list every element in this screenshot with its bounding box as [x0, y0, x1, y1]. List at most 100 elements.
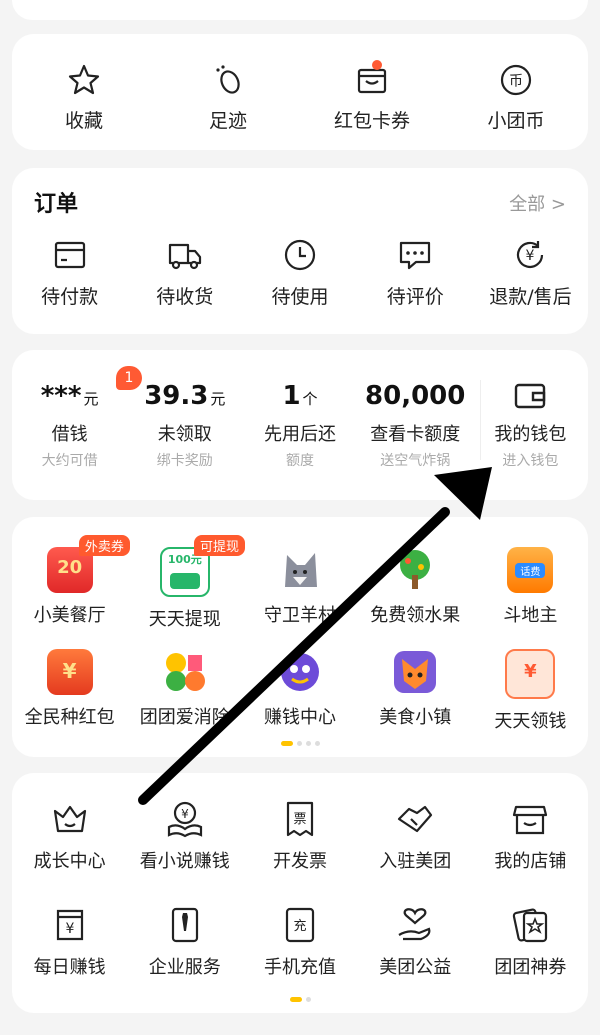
app-label: 守卫羊村	[264, 605, 336, 626]
truck-icon	[168, 243, 201, 270]
app-grow-red-packet[interactable]: ¥ 全民种红包	[12, 649, 127, 733]
my-wallet-button[interactable]: 我的钱包 进入钱包	[473, 378, 588, 470]
order-pending-delivery[interactable]: 待收货	[127, 236, 242, 309]
coin-glyph: 币	[509, 74, 523, 90]
recharge-icon: 充	[285, 907, 315, 943]
app-daily-withdraw[interactable]: 100元 可提现 天天提现	[127, 535, 246, 631]
earn-center-app-icon	[277, 649, 323, 695]
finance-value: 80,000	[365, 381, 466, 411]
app-label: 团团爱消除	[139, 707, 230, 728]
finance-unclaimed[interactable]: 39.3 元 未领取 绑卡奖励	[127, 378, 242, 470]
footprint-label: 足迹	[208, 110, 247, 132]
recharge-icon-glyph: 充	[293, 918, 306, 934]
withdrawable-tag: 可提现	[194, 535, 246, 556]
app-earn-center[interactable]: 赚钱中心	[242, 649, 357, 733]
tool-label: 开发票	[273, 851, 327, 872]
orders-card: 订单 全部 > 待付款 待收货 待使用 待评价 ¥ 退款/售后	[12, 168, 588, 334]
finance-card-limit[interactable]: 80,000 查看卡额度 送空气炸锅	[358, 378, 473, 470]
favorites-label: 收藏	[64, 110, 103, 132]
book-icon: ¥	[167, 801, 202, 838]
star-icon	[68, 64, 100, 95]
app-label: 天天提现	[148, 609, 221, 630]
finance-value: ***	[40, 381, 82, 411]
finance-pay-later[interactable]: 1个 先用后还 额度	[242, 378, 357, 470]
tool-label: 企业服务	[148, 957, 221, 978]
order-pending-payment[interactable]: 待付款	[12, 236, 127, 309]
restaurant-icon-glyph: 20	[57, 557, 83, 578]
join-meituan-button[interactable]: 入驻美团	[358, 799, 473, 873]
order-label: 待收货	[156, 286, 214, 308]
lucky-coupon-icon	[513, 908, 548, 943]
growth-center-button[interactable]: 成长中心	[12, 799, 127, 873]
read-novel-earn-button[interactable]: ¥ 看小说赚钱	[127, 799, 242, 873]
cards-app-icon: 话费	[507, 547, 554, 593]
order-pending-review[interactable]: 待评价	[358, 236, 473, 309]
finance-card: 1 *** 元 借钱 大约可借 39.3 元 未领取 绑卡奖励 1个 先用后还 额度…	[12, 350, 588, 500]
match-game-app-icon	[162, 649, 208, 695]
finance-name: 查看卡额度	[370, 424, 461, 445]
tool-label: 看小说赚钱	[139, 851, 230, 872]
order-pending-use[interactable]: 待使用	[242, 236, 357, 309]
lucky-coupon-button[interactable]: 团团神券	[473, 905, 588, 979]
finance-sub: 送空气炸锅	[380, 453, 451, 469]
finance-unit: 元	[210, 390, 226, 408]
order-label: 退款/售后	[489, 286, 572, 308]
order-label: 待评价	[386, 286, 444, 308]
app-guard-sheep-village[interactable]: 守卫羊村	[242, 547, 357, 631]
charity-icon	[398, 908, 431, 941]
money-bag-icon-glyph: ¥	[65, 921, 74, 937]
app-doudizhu[interactable]: 话费 斗地主	[473, 547, 588, 631]
app-daily-money[interactable]: ¥ 天天领钱	[473, 649, 588, 733]
enterprise-service-button[interactable]: 企业服务	[127, 905, 242, 979]
app-xiaomei-restaurant[interactable]: 20 外卖券 小美餐厅	[12, 535, 130, 631]
tools-pager[interactable]	[12, 997, 588, 1002]
apps-pager[interactable]	[12, 741, 588, 746]
tools-card: 成长中心 ¥ 看小说赚钱 票 开发票 入驻美团 我的店铺 ¥ 每日赚钱 企业服务…	[12, 773, 588, 1013]
meituan-charity-button[interactable]: 美团公益	[358, 905, 473, 979]
invoice-button[interactable]: 票 开发票	[242, 799, 357, 873]
app-match-elimination[interactable]: 团团爱消除	[127, 649, 242, 733]
orders-all-link[interactable]: 全部 >	[509, 190, 566, 216]
finance-loan[interactable]: *** 元 借钱 大约可借	[12, 378, 127, 470]
order-label: 待使用	[271, 286, 329, 308]
mini-apps-card: 20 外卖券 小美餐厅 100元 可提现 天天提现 守卫羊村 免费领水果 话费 …	[12, 517, 588, 757]
daily-money-icon-glyph: ¥	[524, 661, 537, 682]
invoice-icon-glyph: 票	[293, 812, 306, 827]
quick-links-card: 收藏 足迹 红包卡券 币 小团币	[12, 34, 588, 150]
app-label: 斗地主	[503, 605, 558, 626]
my-store-button[interactable]: 我的店铺	[473, 799, 588, 873]
finance-name: 未领取	[157, 424, 212, 445]
favorites-button[interactable]: 收藏	[12, 34, 156, 150]
tool-label: 团团神券	[494, 957, 567, 978]
finance-sub: 额度	[286, 453, 314, 469]
store-icon	[513, 805, 548, 835]
handshake-icon	[398, 805, 433, 833]
app-free-fruit[interactable]: 免费领水果	[358, 547, 473, 631]
coupon-notification-dot	[372, 60, 382, 70]
coins-button[interactable]: 币 小团币	[444, 34, 588, 150]
app-label: 小美餐厅	[33, 605, 106, 626]
finance-value: 1	[282, 381, 301, 411]
daily-money-app-icon: ¥	[505, 649, 556, 699]
phone-recharge-button[interactable]: 充 手机充值	[242, 905, 357, 979]
book-icon-glyph: ¥	[181, 807, 189, 821]
invoice-icon: 票	[286, 801, 314, 837]
app-label: 赚钱中心	[264, 707, 336, 728]
coupons-button[interactable]: 红包卡券	[300, 34, 444, 150]
daily-earn-button[interactable]: ¥ 每日赚钱	[12, 905, 127, 979]
finance-name: 我的钱包	[494, 424, 567, 445]
tool-label: 手机充值	[264, 957, 336, 978]
orders-title: 订单	[34, 192, 79, 217]
coupons-label: 红包卡券	[333, 110, 410, 132]
footprint-button[interactable]: 足迹	[156, 34, 300, 150]
app-food-town[interactable]: 美食小镇	[358, 649, 473, 733]
order-refund[interactable]: ¥ 退款/售后	[473, 236, 588, 309]
finance-unit: 元	[83, 390, 99, 408]
red-packet-app-icon: ¥	[46, 649, 93, 695]
tool-label: 我的店铺	[494, 851, 567, 872]
money-bag-icon: ¥	[56, 909, 83, 941]
order-label: 待付款	[41, 286, 99, 308]
tie-icon	[171, 907, 198, 943]
finance-name: 借钱	[51, 424, 88, 445]
app-label: 天天领钱	[494, 711, 567, 732]
